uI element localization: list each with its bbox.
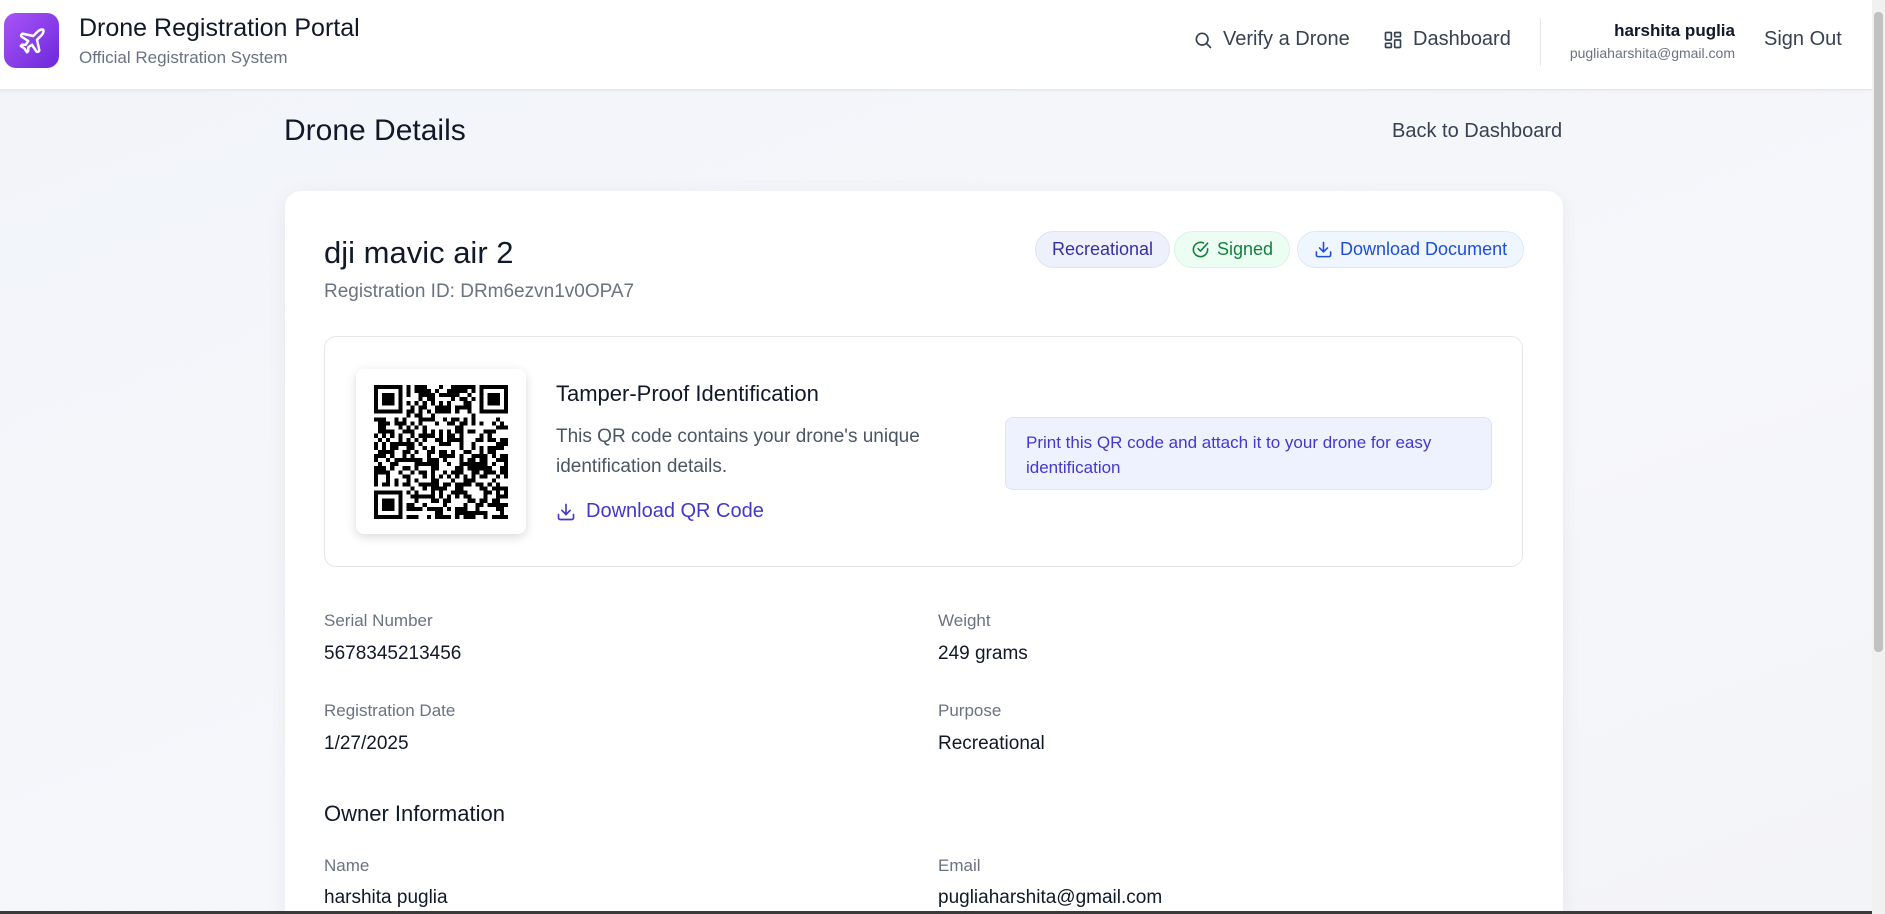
check-circle-icon xyxy=(1192,241,1209,258)
serial-number-label: Serial Number xyxy=(324,611,433,630)
weight-value: 249 grams xyxy=(938,643,1028,664)
user-name: harshita puglia xyxy=(1614,21,1735,40)
weight-label: Weight xyxy=(938,611,991,630)
nav-divider xyxy=(1540,18,1541,66)
download-document-button[interactable]: Download Document xyxy=(1297,231,1525,268)
grid-icon xyxy=(1384,31,1402,48)
scrollbar-thumb[interactable] xyxy=(1874,12,1883,652)
qr-description: This QR code contains your drone's uniqu… xyxy=(556,426,920,477)
download-qr-button[interactable]: Download QR Code xyxy=(556,500,764,523)
download-icon xyxy=(557,503,575,520)
registration-date-label: Registration Date xyxy=(324,701,456,720)
qr-code-container xyxy=(356,369,526,534)
app-title: Drone Registration Portal xyxy=(79,14,360,42)
back-to-dashboard-link[interactable]: Back to Dashboard xyxy=(1392,120,1562,143)
download-icon xyxy=(1315,241,1332,258)
owner-name-label: Name xyxy=(324,856,370,875)
qr-title: Tamper-Proof Identification xyxy=(556,381,819,406)
top-header: Drone Registration Portal Official Regis… xyxy=(0,0,1872,90)
nav-dashboard-label: Dashboard xyxy=(1413,28,1511,50)
qr-code xyxy=(374,384,508,519)
nav-dashboard[interactable]: Dashboard xyxy=(1383,28,1511,51)
vertical-scrollbar[interactable] xyxy=(1872,0,1885,914)
user-email: pugliaharshita@gmail.com xyxy=(1569,45,1735,61)
owner-name-value: harshita puglia xyxy=(324,887,448,908)
registration-id: Registration ID: DRm6ezvn1v0OPA7 xyxy=(324,281,635,302)
purpose-badge: Recreational xyxy=(1035,231,1171,268)
qr-print-note: Print this QR code and attach it to your… xyxy=(1005,417,1492,490)
purpose-value: Recreational xyxy=(938,733,1045,754)
sign-out-button[interactable]: Sign Out xyxy=(1764,28,1842,51)
purpose-label: Purpose xyxy=(938,701,1002,720)
serial-number-value: 5678345213456 xyxy=(324,643,462,664)
signed-badge-label: Signed xyxy=(1217,239,1274,259)
owner-section-title: Owner Information xyxy=(324,801,505,826)
qr-panel: Tamper-Proof Identification This QR code… xyxy=(324,336,1523,567)
drone-name: dji mavic air 2 xyxy=(324,235,514,270)
plane-icon xyxy=(19,27,45,53)
drone-details-card: dji mavic air 2 Registration ID: DRm6ezv… xyxy=(285,191,1563,914)
nav-verify-drone[interactable]: Verify a Drone xyxy=(1193,28,1350,51)
page-title: Drone Details xyxy=(284,114,466,147)
app-subtitle: Official Registration System xyxy=(79,48,288,67)
owner-email-label: Email xyxy=(938,856,981,875)
registration-date-value: 1/27/2025 xyxy=(324,733,409,754)
nav-verify-label: Verify a Drone xyxy=(1223,28,1350,50)
signed-badge: Signed xyxy=(1174,231,1291,268)
app-logo[interactable] xyxy=(4,13,59,68)
purpose-badge-label: Recreational xyxy=(1052,239,1154,259)
download-qr-label: Download QR Code xyxy=(586,500,764,522)
owner-email-value: pugliaharshita@gmail.com xyxy=(938,887,1163,908)
search-icon xyxy=(1195,32,1212,48)
download-document-label: Download Document xyxy=(1340,239,1508,259)
